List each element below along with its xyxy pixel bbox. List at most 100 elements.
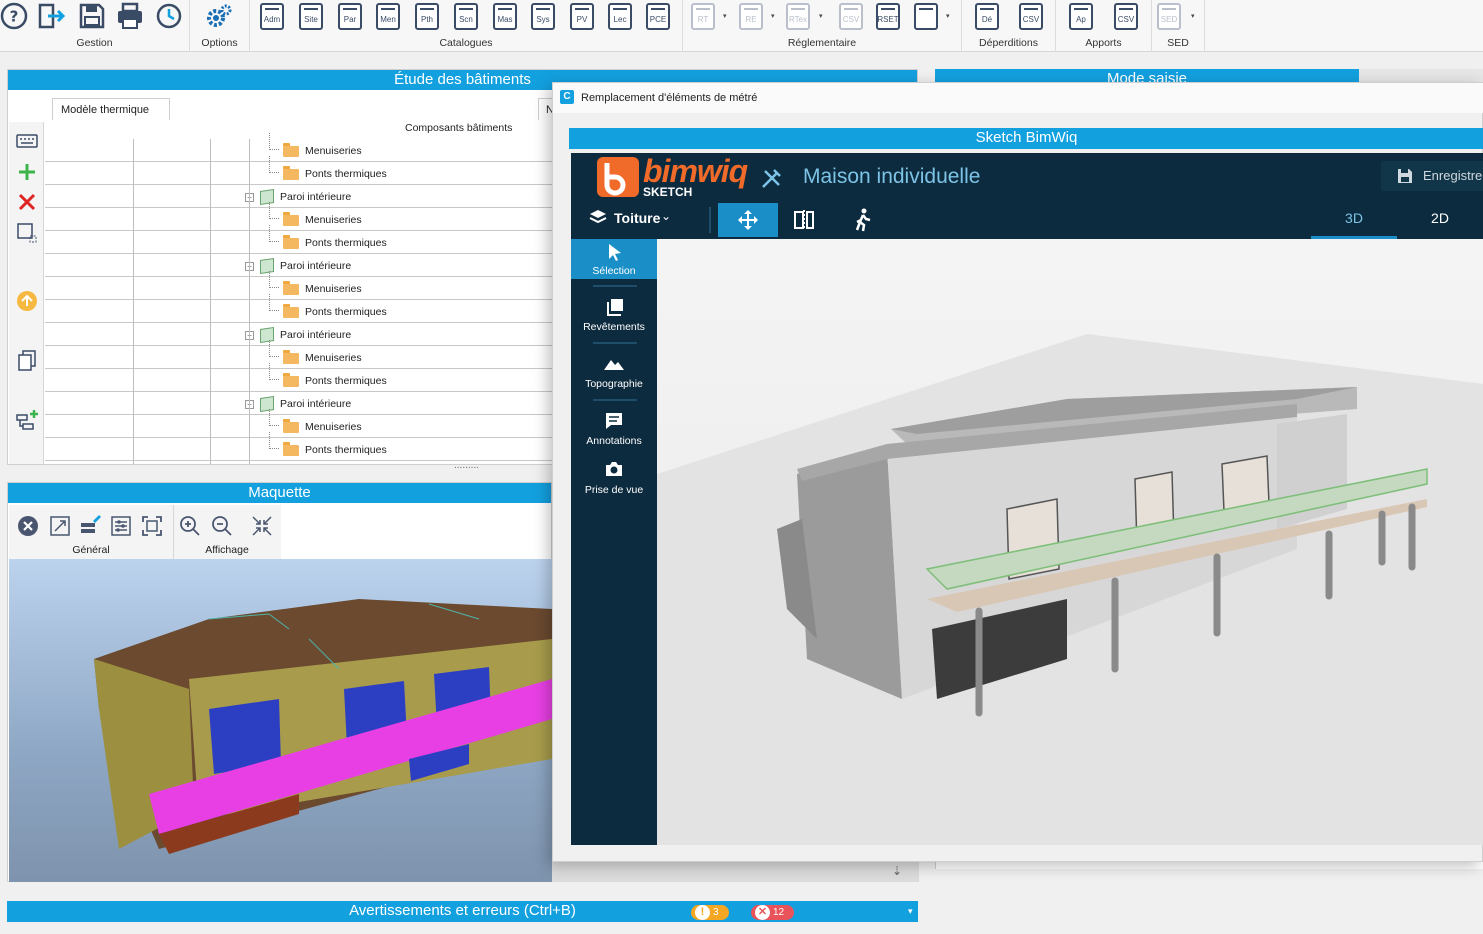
sidebar-separator: [593, 399, 637, 401]
catalogue-pv-icon[interactable]: PV: [570, 3, 594, 30]
regl-csv-upload-icon[interactable]: CSV: [839, 3, 863, 30]
table-row[interactable]: Ponts thermiques: [45, 294, 552, 323]
sketch-3d-viewport[interactable]: [657, 239, 1483, 845]
components-tree-grid: Composants bâtiments Menuiseries Ponts th…: [45, 120, 552, 464]
save-button[interactable]: Enregistre: [1381, 161, 1483, 191]
catalogue-pce-icon[interactable]: PCE: [646, 3, 670, 30]
collapse-icon[interactable]: [251, 515, 273, 540]
deperditions-csv-icon[interactable]: CSV: [1019, 3, 1043, 30]
chevron-down-icon[interactable]: ▾: [1191, 12, 1195, 20]
catalogue-par-icon[interactable]: Par: [338, 3, 362, 30]
apports-csv-icon[interactable]: CSV: [1114, 3, 1138, 30]
warnings-bar[interactable]: Avertissements et erreurs (Ctrl+B) 3 ! 1…: [7, 901, 918, 922]
chevron-down-icon[interactable]: ▾: [946, 12, 950, 20]
table-row[interactable]: Ponts thermiques: [45, 432, 552, 461]
catalogue-pth-icon[interactable]: Pth: [415, 3, 439, 30]
catalogue-men-icon[interactable]: Men: [376, 3, 400, 30]
table-row[interactable]: −Paroi intérieure: [45, 254, 552, 277]
svg-text:?: ?: [10, 8, 19, 26]
table-row[interactable]: −Paroi intérieure: [45, 185, 552, 208]
sidebar-separator: [593, 342, 637, 344]
column-header: Composants bâtiments: [405, 122, 513, 134]
catalogue-site-icon[interactable]: Site: [299, 3, 323, 30]
history-icon[interactable]: [155, 2, 183, 30]
catalogue-mas-icon[interactable]: Mas: [493, 3, 517, 30]
sed-icon[interactable]: SED: [1157, 3, 1181, 30]
regl-rtex-icon[interactable]: RTex: [786, 3, 810, 30]
expand-icon[interactable]: [49, 515, 71, 540]
ribbon-group-sed: SED ▾ SED: [1152, 0, 1205, 52]
sidebar-item-selection[interactable]: Sélection: [571, 239, 657, 279]
layers-edit-icon[interactable]: [79, 513, 103, 540]
tab-3d[interactable]: 3D: [1311, 203, 1397, 239]
table-row[interactable]: Ponts thermiques: [45, 225, 552, 254]
layer-selector[interactable]: Toiture: [614, 210, 660, 226]
apports-calc-icon[interactable]: Ap: [1069, 3, 1093, 30]
chevron-down-icon[interactable]: ▾: [771, 12, 775, 20]
zoom-in-icon[interactable]: [179, 515, 201, 540]
deperditions-calc-icon[interactable]: Dé: [975, 3, 999, 30]
tools-icon[interactable]: [759, 167, 783, 194]
zoom-out-icon[interactable]: [211, 515, 233, 540]
chevron-down-icon[interactable]: ▾: [723, 12, 727, 20]
scroll-down-icon[interactable]: ⇣: [892, 864, 902, 878]
dialog-title: Remplacement d'éléments de métré: [553, 83, 1483, 113]
sidebar-item-prise-de-vue[interactable]: Prise de vue: [571, 450, 657, 502]
save-icon[interactable]: [78, 2, 106, 30]
tab-2d[interactable]: 2D: [1397, 203, 1483, 239]
close-circle-icon[interactable]: [17, 515, 39, 540]
folder-icon: [283, 165, 299, 180]
move-tool-button[interactable]: [718, 203, 778, 237]
maquette-scroll-area: ⇣: [552, 862, 919, 882]
tree-connector: [269, 340, 279, 357]
chevron-down-icon[interactable]: ⌄: [661, 209, 671, 223]
maquette-3d-viewport[interactable]: [9, 559, 552, 882]
sidebar-item-revetements[interactable]: Revêtements: [571, 279, 657, 336]
table-row[interactable]: Menuiseries: [45, 409, 552, 438]
sliders-icon[interactable]: [110, 515, 132, 540]
move-up-icon[interactable]: [13, 288, 41, 314]
tree-connector: [269, 133, 279, 150]
table-row[interactable]: −Paroi intérieure: [45, 392, 552, 415]
sidebar-item-annotations[interactable]: Annotations: [571, 393, 657, 450]
walk-icon[interactable]: [853, 208, 873, 235]
keyboard-icon[interactable]: [13, 128, 41, 154]
regl-rt-icon[interactable]: RT: [691, 3, 715, 30]
regl-re-icon[interactable]: RE: [739, 3, 763, 30]
chevron-down-icon[interactable]: ▾: [819, 12, 823, 20]
table-row[interactable]: Menuiseries: [45, 202, 552, 231]
exit-icon[interactable]: [38, 2, 66, 30]
table-row[interactable]: Menuiseries: [45, 133, 552, 162]
table-row[interactable]: Menuiseries: [45, 340, 552, 369]
copy-icon[interactable]: [13, 348, 41, 374]
settings-gears-icon[interactable]: [205, 2, 233, 30]
help-icon[interactable]: ?: [0, 2, 28, 30]
delete-icon[interactable]: [13, 189, 41, 215]
catalogue-sys-icon[interactable]: Sys: [531, 3, 555, 30]
regl-rset-upload-icon[interactable]: RSET: [876, 3, 900, 30]
regl-chart-icon[interactable]: [914, 3, 938, 30]
fit-view-icon[interactable]: [141, 515, 163, 540]
table-row[interactable]: Ponts thermiques: [45, 363, 552, 392]
chevron-down-icon[interactable]: ▾: [908, 901, 913, 921]
add-tree-node-icon[interactable]: [13, 408, 41, 434]
sidebar-label: Prise de vue: [584, 484, 644, 496]
project-name[interactable]: Maison individuelle: [803, 165, 980, 189]
mirror-icon[interactable]: [793, 209, 815, 234]
tree-node-label: Menuiseries: [305, 352, 362, 364]
tab-modele-thermique[interactable]: Modèle thermique: [52, 98, 170, 120]
select-box-icon[interactable]: [13, 220, 41, 246]
table-row[interactable]: Menuiseries: [45, 271, 552, 300]
sidebar-label: Revêtements: [583, 321, 645, 333]
table-row[interactable]: Ponts thermiques: [45, 156, 552, 185]
table-row[interactable]: −Paroi intérieure: [45, 323, 552, 346]
camera-icon: [606, 462, 622, 476]
add-icon[interactable]: [13, 159, 41, 185]
tree-node: Ponts thermiques: [269, 363, 387, 387]
folder-icon: [283, 234, 299, 249]
catalogue-adm-icon[interactable]: Adm: [260, 3, 284, 30]
print-icon[interactable]: [116, 2, 144, 30]
catalogue-lec-icon[interactable]: Lec: [608, 3, 632, 30]
catalogue-scn-icon[interactable]: Scn: [454, 3, 478, 30]
sidebar-item-topographie[interactable]: Topographie: [571, 336, 657, 393]
